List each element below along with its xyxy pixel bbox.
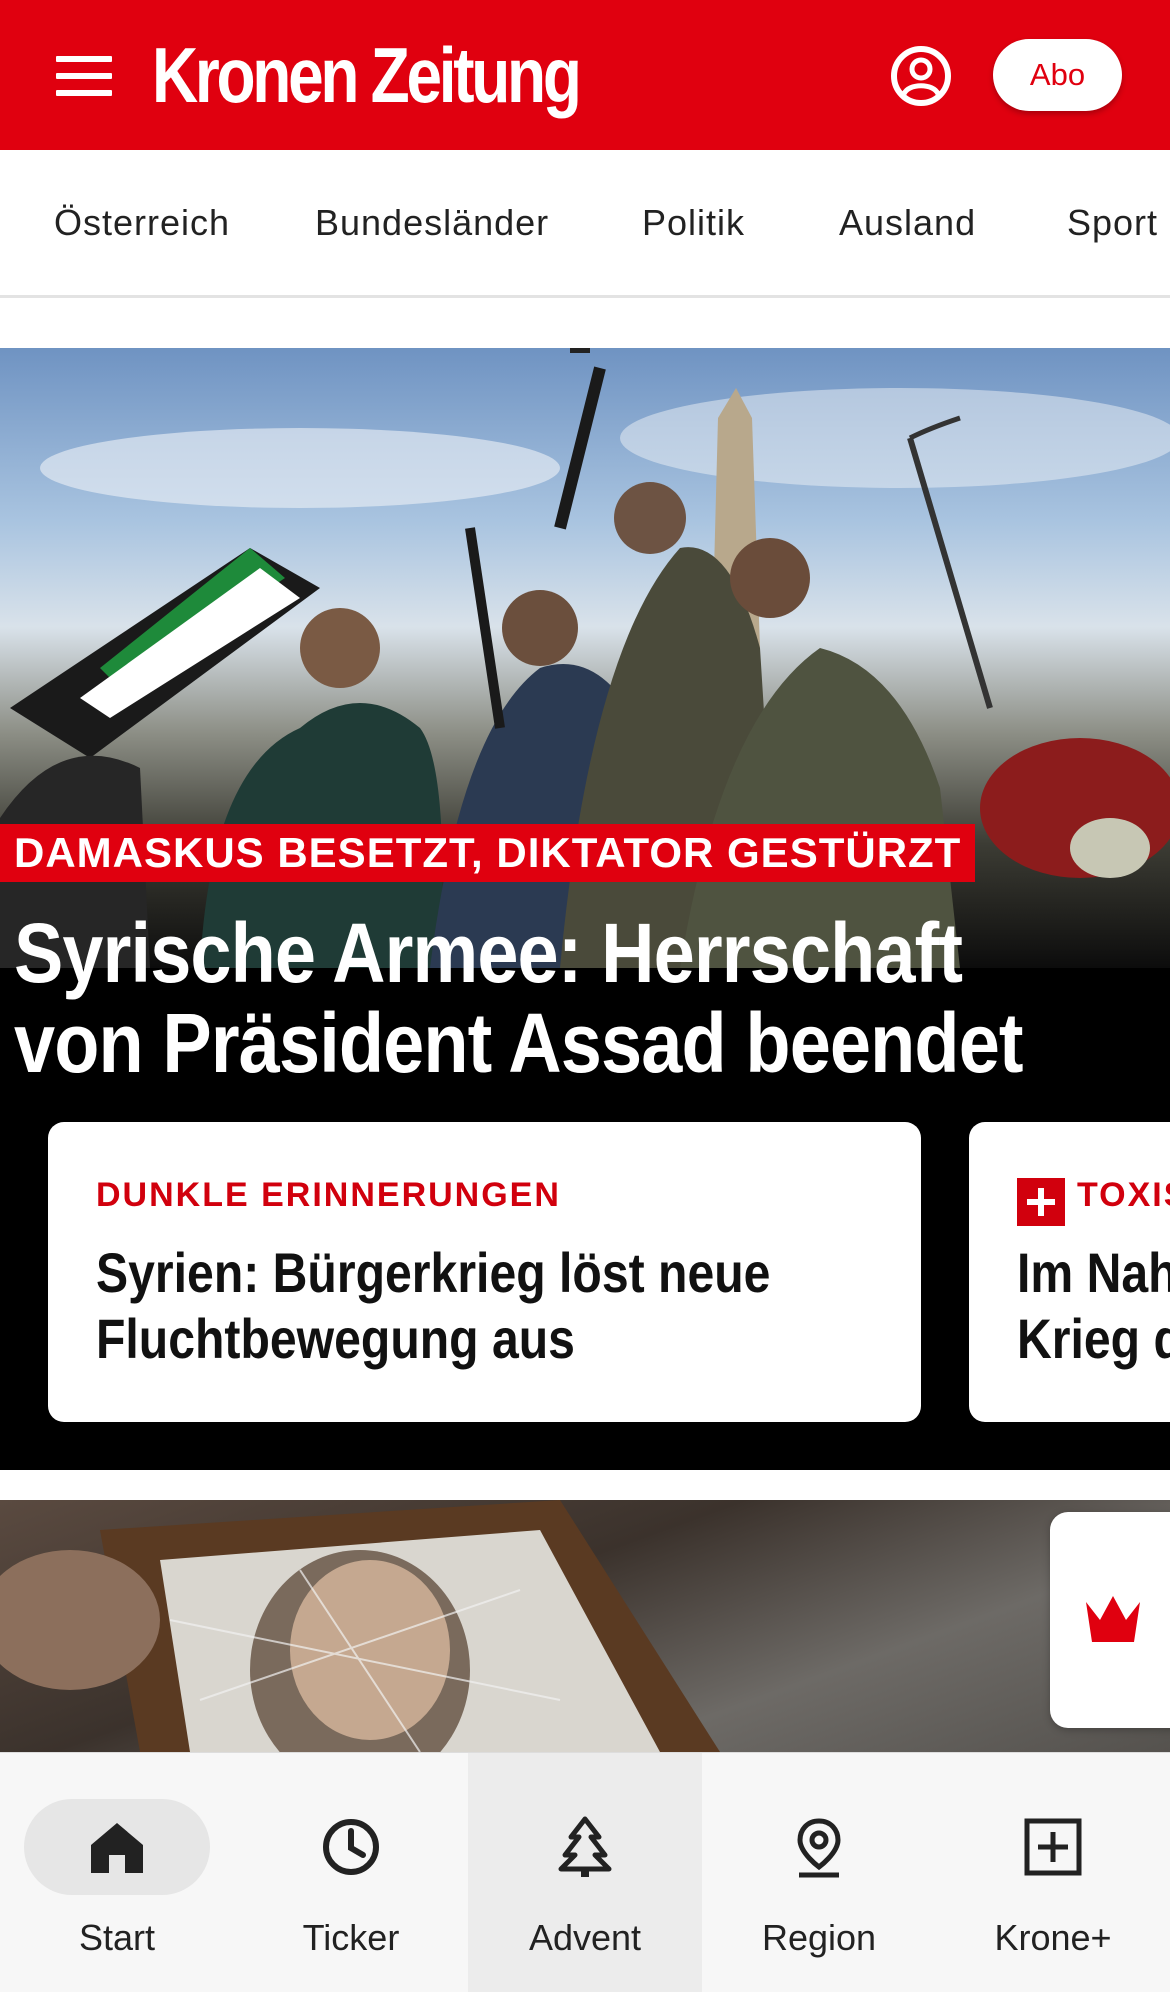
category-sport[interactable]: Sport (1067, 202, 1158, 244)
hero-kicker: DAMASKUS BESETZT, DIKTATOR GESTÜRZT (0, 824, 976, 882)
subscribe-button[interactable]: Abo (993, 39, 1122, 111)
hero-headline-line2: von Präsident Assad beendet (14, 996, 1024, 1090)
hero-headline[interactable]: Syrische Armee: Herrschaft von Präsident… (14, 908, 1134, 1088)
nav-label: Ticker (302, 1917, 400, 1958)
related-article-card[interactable]: DUNKLE ERINNERUNGEN Syrien: Bürgerkrieg … (48, 1122, 921, 1422)
nav-advent[interactable]: Advent (468, 1753, 702, 1992)
nav-ticker[interactable]: Ticker (234, 1753, 468, 1992)
card-headline-line1: Syrien: Bürgerkrieg löst neue (96, 1241, 771, 1304)
nav-label: Advent (528, 1917, 642, 1958)
location-pin-icon (797, 1818, 841, 1878)
hero-article: DAMASKUS BESETZT, DIKTATOR GESTÜRZT Syri… (0, 348, 1170, 1470)
home-icon (91, 1823, 143, 1873)
krone-floating-button[interactable] (1050, 1512, 1170, 1728)
clock-icon (323, 1819, 379, 1875)
card-headline: Im Nah Krieg d (1017, 1240, 1170, 1372)
related-article-card[interactable]: TOXIS Im Nah Krieg d (969, 1122, 1170, 1422)
card-headline-line2: Krieg d (1017, 1307, 1170, 1370)
nav-label: Krone+ (994, 1917, 1112, 1958)
crown-icon (1086, 1596, 1140, 1642)
user-account-icon[interactable] (890, 45, 952, 107)
hero-headline-line1: Syrische Armee: Herrschaft (14, 906, 963, 1000)
krone-plus-badge-icon (1017, 1178, 1065, 1226)
nav-label: Start (78, 1917, 156, 1958)
tree-icon (558, 1816, 612, 1877)
bottom-navigation: Start Ticker Advent Region Krone+ (0, 1752, 1170, 1992)
card-headline-line2: Fluchtbewegung aus (96, 1307, 575, 1370)
card-headline: Syrien: Bürgerkrieg löst neue Fluchtbewe… (96, 1240, 876, 1372)
article-image[interactable] (0, 1500, 1170, 1752)
card-kicker: TOXIS (1077, 1176, 1170, 1214)
nav-label: Region (761, 1917, 877, 1958)
card-kicker: DUNKLE ERINNERUNGEN (96, 1176, 561, 1214)
app-header: Kronen Zeitung Abo (0, 0, 1170, 150)
menu-icon[interactable] (56, 56, 112, 96)
nav-region[interactable]: Region (702, 1753, 936, 1992)
plus-box-icon (1024, 1818, 1082, 1876)
card-headline-line1: Im Nah (1017, 1241, 1170, 1304)
category-oesterreich[interactable]: Österreich (54, 202, 230, 244)
logo[interactable]: Kronen Zeitung (152, 30, 582, 120)
nav-start[interactable]: Start (0, 1753, 234, 1992)
category-bundeslaender[interactable]: Bundesländer (315, 202, 549, 244)
category-nav: Österreich Bundesländer Politik Ausland … (0, 150, 1170, 298)
category-politik[interactable]: Politik (642, 202, 745, 244)
category-ausland[interactable]: Ausland (839, 202, 976, 244)
nav-krone-plus[interactable]: Krone+ (936, 1753, 1170, 1992)
